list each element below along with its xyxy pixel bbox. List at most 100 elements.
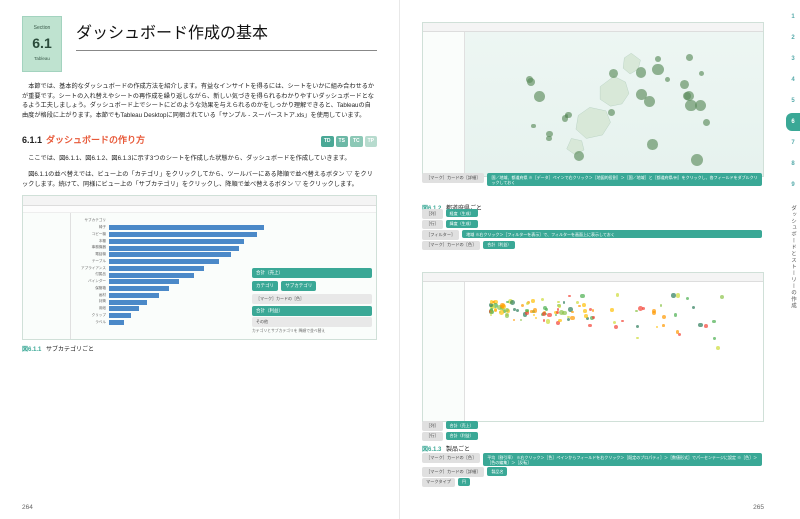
scatter-point: [525, 309, 528, 312]
callout-sales: 合計（売上）: [252, 268, 372, 278]
annot-label: ［列］: [422, 421, 443, 431]
bar-label: 封筒: [77, 299, 109, 305]
chapter-tab-7[interactable]: 7: [786, 134, 800, 152]
annot-label: ［列］: [422, 209, 443, 219]
annot-value: 合計（利益）: [483, 241, 515, 249]
bar-label: バインダー: [77, 279, 109, 285]
scatter-point: [713, 337, 715, 339]
bar-label: アプライアンス: [77, 266, 109, 272]
product-chips: TD TS TC TP: [321, 136, 377, 147]
scatter-point: [541, 298, 544, 301]
data-pane: [423, 32, 465, 176]
subsection-number: 6.1.1: [22, 134, 42, 148]
scatter-point: [676, 330, 679, 333]
chapter-tab-6[interactable]: 6: [786, 113, 800, 131]
bar: [109, 320, 124, 325]
scatter-point: [535, 317, 538, 320]
scatter-point: [558, 319, 561, 322]
tableau-toolbar: [423, 273, 763, 282]
bar: [109, 232, 257, 237]
map-bubble: [608, 109, 615, 116]
subsection-title: ダッシュボードの作り方: [46, 134, 145, 148]
bar-row: コピー機: [77, 232, 370, 238]
callout-profit: 合計（利益）: [252, 306, 372, 316]
figure-6-1-1: サブカテゴリ椅子コピー機本棚事務機器電話機テーブルアプライアンス付属品バインダー…: [22, 195, 377, 340]
scatter-point: [592, 309, 594, 311]
scatter-point: [556, 311, 559, 314]
scatter-point: [583, 309, 587, 313]
bar-label: 事務機器: [77, 245, 109, 251]
bar: [109, 259, 219, 264]
scatter-point: [490, 300, 494, 304]
chip-td: TD: [321, 136, 334, 147]
japan-map: [465, 32, 763, 176]
annot-label: ［行］: [422, 220, 443, 230]
body-para-2: 図6.1.1の並べ替えでは、ビュー上の「カテゴリ」をクリックしてから、ツールバー…: [22, 170, 377, 189]
scatter-point: [510, 300, 515, 305]
scatter-point: [578, 305, 581, 308]
page-number-left: 264: [22, 503, 33, 513]
chapter-head: Section 6.1 Tableau ダッシュボード作成の基本: [22, 16, 377, 72]
chapter-tab-4[interactable]: 4: [786, 71, 800, 89]
scatter-point: [521, 304, 524, 307]
scatter-point: [513, 319, 515, 321]
chapter-tab-8[interactable]: 8: [786, 155, 800, 173]
figure-6-1-3: [422, 272, 764, 422]
bar-label: 電話機: [77, 252, 109, 258]
scatter-point: [674, 313, 677, 316]
chapter-tab-1[interactable]: 1: [786, 8, 800, 26]
bar-label: 用紙: [77, 306, 109, 312]
bar: [109, 239, 244, 244]
scatter-point: [580, 294, 584, 298]
scatter-point: [720, 295, 724, 299]
scatter-point: [652, 311, 656, 315]
scatter-point: [614, 325, 618, 329]
page-number-right: 265: [753, 503, 764, 513]
callout-category: カテゴリ: [252, 281, 278, 291]
tableau-toolbar: [23, 196, 376, 206]
bar-label: コピー機: [77, 232, 109, 238]
section-number: 6.1: [32, 33, 51, 55]
bar-row: 事務機器: [77, 245, 370, 251]
chapter-tab-2[interactable]: 2: [786, 29, 800, 47]
scatter-plot: [465, 282, 763, 421]
tableau-toolbar: [423, 23, 763, 32]
bar: [109, 306, 139, 311]
map-bubble: [609, 69, 618, 78]
chapter-tab-9[interactable]: 9: [786, 176, 800, 194]
fig-num: 図6.1.1: [22, 347, 41, 353]
scatter-point: [526, 302, 529, 305]
figure-6-1-3-annotations: ［列］合計（売上） ［行］合計（利益）: [422, 420, 762, 442]
figure-6-1-1-caption: 図6.1.1 サブカテゴリごと: [22, 346, 377, 355]
map-bubble: [636, 67, 646, 77]
scatter-point: [543, 319, 545, 321]
data-pane: [423, 282, 465, 421]
scatter-point: [584, 314, 588, 318]
scatter-point: [500, 303, 505, 308]
figure-6-1-2: [422, 22, 764, 177]
scatter-point: [505, 313, 509, 317]
annot-label: ［マーク］カードの［色］: [422, 241, 480, 251]
section-series: Section: [34, 25, 51, 33]
map-bubble: [699, 71, 704, 76]
annot-value: 円: [458, 478, 470, 486]
scatter-point: [558, 305, 561, 308]
scatter-point: [676, 293, 680, 297]
scatter-point: [592, 316, 595, 319]
chapter-tab-5[interactable]: 5: [786, 92, 800, 110]
bar-row: サブカテゴリ: [77, 218, 370, 224]
scatter-point: [692, 306, 695, 309]
scatter-point: [520, 319, 523, 322]
bar-row: 椅子: [77, 225, 370, 231]
scatter-point: [610, 308, 613, 311]
scatter-point: [636, 337, 639, 340]
scatter-point: [671, 293, 676, 298]
bar-row: 電話機: [77, 252, 370, 258]
chapter-tab-3[interactable]: 3: [786, 50, 800, 68]
bar: [109, 286, 169, 291]
annot-label: マークタイプ: [422, 478, 455, 488]
bar: [109, 300, 147, 305]
scatter-point: [547, 313, 552, 318]
scatter-point: [533, 314, 535, 316]
body-para-1: ここでは、図6.1.1、図6.1.2、図6.1.3に示す3つのシートを作成した状…: [22, 154, 377, 164]
